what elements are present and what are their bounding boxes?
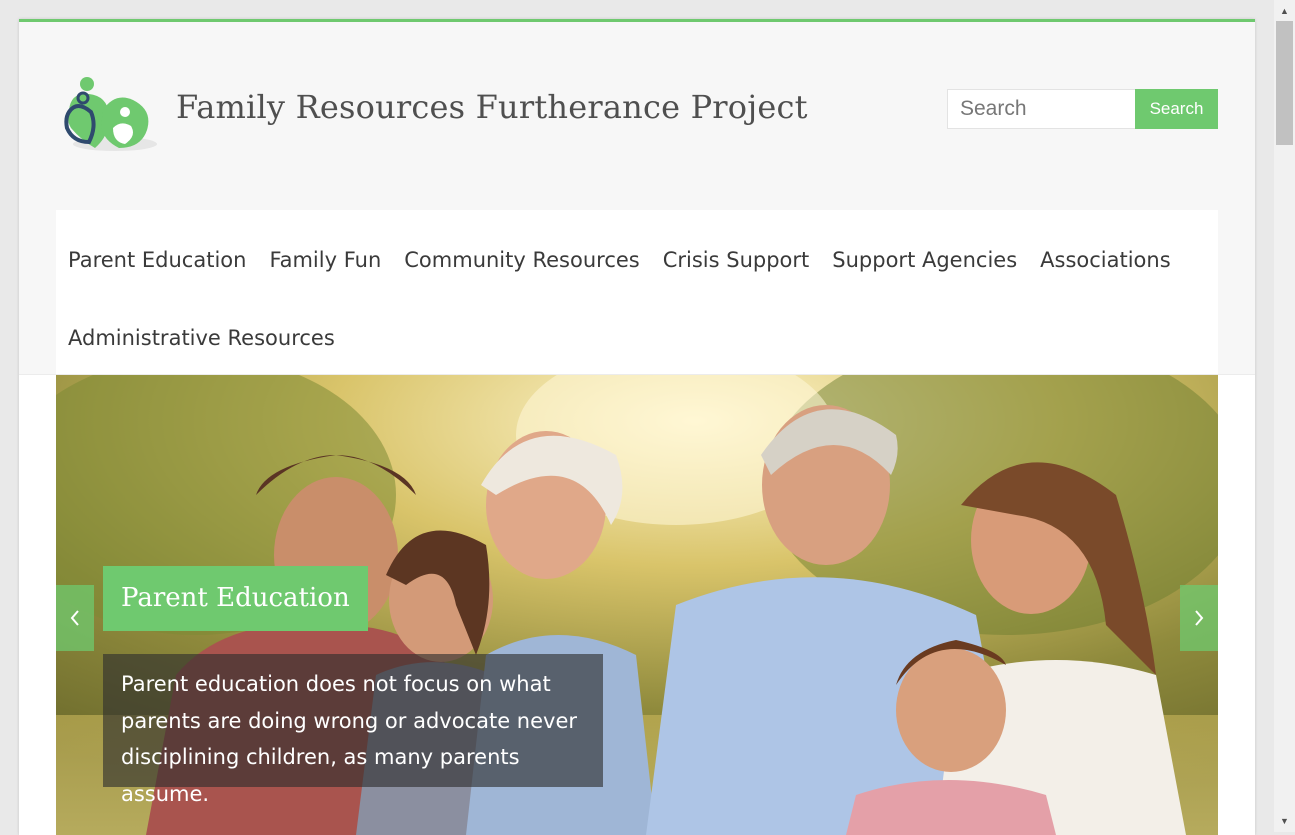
nav-item-support-agencies[interactable]: Support Agencies (832, 247, 1017, 273)
nav-row: Parent Education Family Fun Community Re… (68, 247, 1194, 273)
nav-row: Administrative Resources (68, 325, 358, 351)
nav-item-family-fun[interactable]: Family Fun (269, 247, 381, 273)
nav-item-administrative-resources[interactable]: Administrative Resources (68, 325, 335, 351)
search-button[interactable]: Search (1135, 89, 1218, 129)
slider-prev-button[interactable] (56, 585, 94, 651)
hero-slider: Parent Education Parent education does n… (56, 375, 1218, 835)
slider-next-button[interactable] (1180, 585, 1218, 651)
nav-item-parent-education[interactable]: Parent Education (68, 247, 246, 273)
search-input[interactable] (947, 89, 1135, 129)
site-logo[interactable] (63, 70, 163, 154)
nav-item-associations[interactable]: Associations (1040, 247, 1171, 273)
site-title[interactable]: Family Resources Furtherance Project (176, 88, 808, 126)
chevron-right-icon (1195, 610, 1204, 626)
page-container: Family Resources Furtherance Project Sea… (19, 19, 1255, 835)
slide-title[interactable]: Parent Education (103, 566, 368, 631)
chevron-left-icon (70, 610, 79, 626)
nav-item-crisis-support[interactable]: Crisis Support (663, 247, 810, 273)
scroll-up-arrow-icon[interactable]: ▲ (1274, 2, 1295, 20)
main-navigation: Parent Education Family Fun Community Re… (56, 210, 1218, 374)
scroll-down-arrow-icon[interactable]: ▼ (1274, 812, 1295, 830)
scroll-thumb[interactable] (1276, 21, 1293, 145)
nav-item-community-resources[interactable]: Community Resources (404, 247, 639, 273)
search-form: Search (947, 89, 1218, 129)
slide-description: Parent education does not focus on what … (103, 654, 603, 806)
family-hearts-logo-icon (64, 77, 157, 151)
vertical-scrollbar[interactable]: ▲ ▼ (1274, 0, 1295, 832)
